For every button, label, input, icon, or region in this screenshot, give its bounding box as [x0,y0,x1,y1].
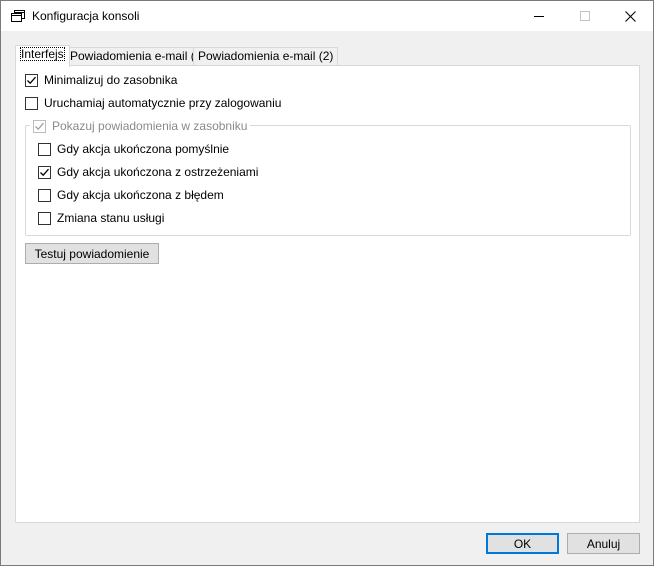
checkbox-box[interactable] [33,119,46,133]
checkbox-label: Pokazuj powiadomienia w zasobniku [52,119,248,133]
cancel-button[interactable]: Anuluj [567,533,640,554]
checkbox-label: Uruchamiaj automatycznie przy zalogowani… [44,96,282,110]
show-notifications-checkbox[interactable]: Pokazuj powiadomienia w zasobniku [30,119,251,133]
ok-button[interactable]: OK [486,533,559,554]
checkbox-box[interactable] [38,188,51,202]
checkmark-icon [40,168,49,176]
minimize-icon [534,16,544,17]
notify-success-checkbox[interactable]: Gdy akcja ukończona pomyślnie [38,142,229,156]
notify-service-state-checkbox[interactable]: Zmiana stanu usługi [38,211,164,225]
tab-email-notifications-1[interactable]: Powiadomienia e-mail (1) [65,47,211,66]
notify-warnings-checkbox[interactable]: Gdy akcja ukończona z ostrzeżeniami [38,165,258,179]
tab-email-notifications-2[interactable]: Powiadomienia e-mail (2) [193,47,339,66]
test-notification-button[interactable]: Testuj powiadomienie [25,243,159,264]
checkbox-label: Minimalizuj do zasobnika [44,73,178,87]
checkbox-box[interactable] [25,96,38,110]
close-icon [624,10,636,22]
tab-label: Powiadomienia e-mail (2) [198,49,334,63]
minimize-button[interactable] [516,1,562,31]
console-windows-icon [11,10,25,22]
tab-label: Interfejs [20,47,65,61]
checkbox-box[interactable] [38,165,51,179]
close-button[interactable] [607,1,653,31]
checkmark-icon [35,122,44,130]
tab-interfejs[interactable]: Interfejs [15,45,70,67]
checkbox-label: Gdy akcja ukończona z ostrzeżeniami [57,165,259,179]
checkbox-label: Gdy akcja ukończona pomyślnie [57,142,230,156]
checkbox-box[interactable] [38,211,51,225]
minimize-to-tray-checkbox[interactable]: Minimalizuj do zasobnika [25,73,177,87]
window-title: Konfiguracja konsoli [32,9,140,23]
dialog-window: Konfiguracja konsoli Interfejs Powiadomi… [0,0,654,566]
notify-error-checkbox[interactable]: Gdy akcja ukończona z błędem [38,188,224,202]
title-bar[interactable]: Konfiguracja konsoli [1,1,653,31]
maximize-icon [580,11,590,21]
checkmark-icon [27,76,36,84]
checkbox-label: Gdy akcja ukończona z błędem [57,188,224,202]
checkbox-label: Zmiana stanu usługi [57,211,165,225]
tab-panel-interfejs: Minimalizuj do zasobnika Uruchamiaj auto… [15,65,640,523]
checkbox-box[interactable] [38,142,51,156]
autostart-checkbox[interactable]: Uruchamiaj automatycznie przy zalogowani… [25,96,281,110]
tab-label: Powiadomienia e-mail (1) [70,49,206,63]
checkbox-box[interactable] [25,73,38,87]
maximize-button[interactable] [562,1,608,31]
